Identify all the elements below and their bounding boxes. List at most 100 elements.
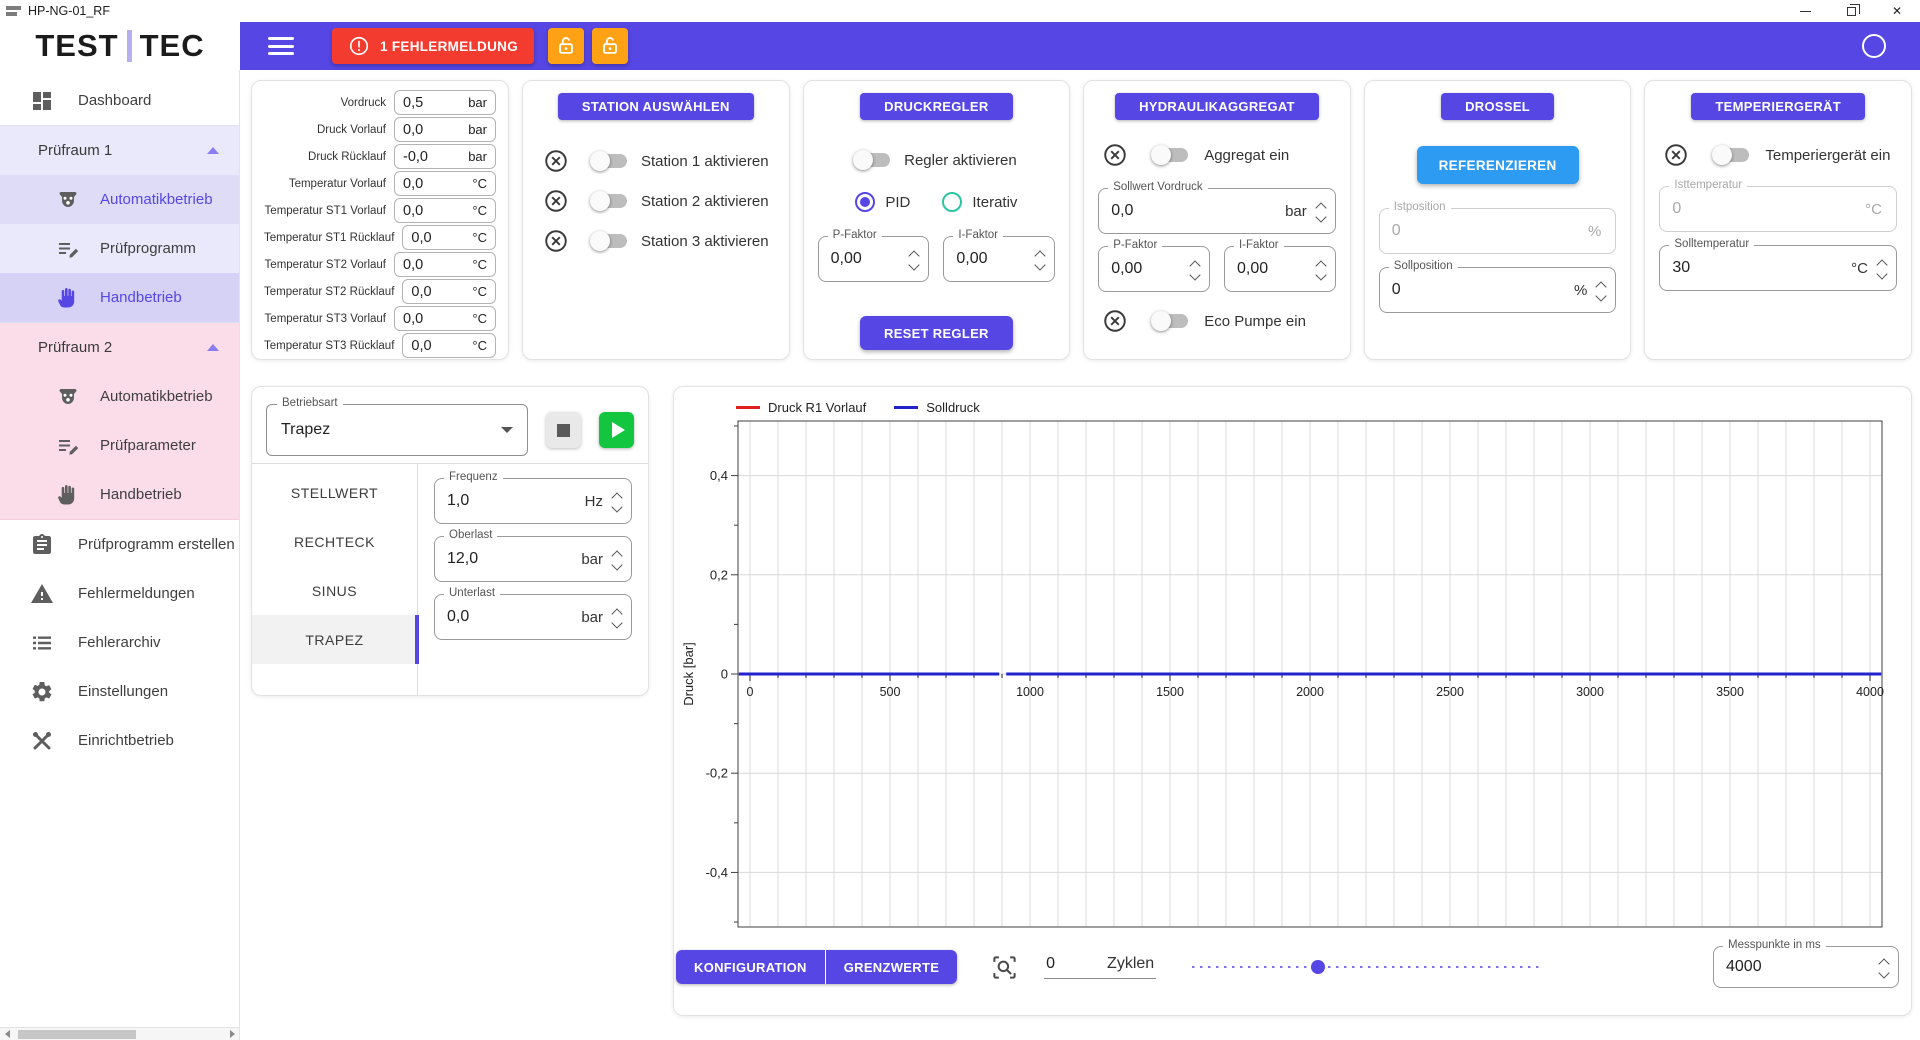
sensor-value-box[interactable]: 0,0°C [394,306,496,331]
sensor-value-box[interactable]: 0,5bar [394,90,496,115]
tab-trapez[interactable]: TRAPEZ [252,615,417,664]
sidebar-item-pr-fprogramm-erstellen[interactable]: Prüfprogramm erstellen [0,520,239,569]
tab-rechteck[interactable]: RECHTECK [252,517,417,566]
lock-open-icon [599,35,621,57]
i-faktor-field[interactable]: I-Faktor0,00 [1224,246,1336,292]
sensor-value-box[interactable]: 0,0bar [394,117,496,142]
sidebar: DashboardPrüfraum 1AutomatikbetriebPrüfp… [0,70,240,1040]
toggle-station-1-aktivieren[interactable] [593,151,627,171]
sollposition-field[interactable]: Sollposition0% [1379,267,1617,313]
spinner-arrows[interactable] [613,607,621,627]
temperier-panel-title[interactable]: TEMPERIERGERÄT [1691,93,1865,120]
sensor-value-box[interactable]: 0,0°C [402,279,496,304]
spinner-arrows[interactable] [1317,259,1325,279]
sidebar-item-einrichtbetrieb[interactable]: Einrichtbetrieb [0,716,239,765]
sidebar-item-automatikbetrieb[interactable]: Automatikbetrieb [0,372,239,421]
menu-icon[interactable] [268,37,294,55]
history-slider[interactable] [1192,957,1542,977]
sidebar-item-label: Fehlermeldungen [78,585,195,602]
radio-pid[interactable] [855,192,875,212]
sensor-row-temperatur-st1-vorlauf: Temperatur ST1 Vorlauf0,0°C [264,198,496,223]
sidebar-item-pr-fparameter[interactable]: Prüfparameter [0,421,239,470]
stop-button[interactable] [546,412,581,448]
chevron-up-icon[interactable] [207,344,219,351]
sidebar-item-handbetrieb[interactable]: Handbetrieb [0,273,239,322]
sidebar-item-label: Einrichtbetrieb [78,732,174,749]
regler-toggle[interactable] [856,150,890,170]
unterlast-field[interactable]: Unterlast0,0bar [434,594,632,640]
tab-sinus[interactable]: SINUS [252,566,417,615]
close-button[interactable]: ✕ [1874,0,1920,22]
radio-pid-label: PID [885,194,910,211]
oberlast-field[interactable]: Oberlast12,0bar [434,536,632,582]
sensor-value-box[interactable]: 0,0°C [394,198,496,223]
solltemperatur-field[interactable]: Solltemperatur30°C [1659,245,1897,291]
zyklen-display: 0 Zyklen [1044,955,1156,979]
sensor-row-druck-vorlauf: Druck Vorlauf0,0bar [264,117,496,142]
sensor-value-box[interactable]: 0,0°C [402,333,496,358]
spinner-arrows[interactable] [613,491,621,511]
scroll-right-icon[interactable] [225,1030,239,1038]
p-faktor-field[interactable]: P-Faktor0,00 [1098,246,1210,292]
druckregler-panel-title[interactable]: DRUCKREGLER [860,93,1012,120]
sidebar-section-header-pr-fraum-1[interactable]: Prüfraum 1 [0,126,239,175]
sidebar-item-fehlerarchiv[interactable]: Fehlerarchiv [0,618,239,667]
sidebar-item-einstellungen[interactable]: Einstellungen [0,667,239,716]
error-message-button[interactable]: 1 FEHLERMELDUNG [332,28,534,64]
spinner-arrows[interactable] [1036,249,1044,269]
aggregat-toggle[interactable] [1154,145,1188,165]
station-panel-title[interactable]: STATION AUSWÄHLEN [558,93,754,120]
spinner-arrows[interactable] [1597,280,1605,300]
lock-open-button-1[interactable] [548,28,584,64]
reset-regler-button[interactable]: RESET REGLER [860,316,1013,350]
i-faktor-field[interactable]: I-Faktor0,00 [943,236,1055,282]
eco-pumpe-toggle[interactable] [1154,311,1188,331]
sidebar-item-pr-fprogramm[interactable]: Prüfprogramm [0,224,239,273]
tab-stellwert[interactable]: STELLWERT [252,468,417,517]
spinner-arrows[interactable] [910,249,918,269]
play-button[interactable] [599,412,634,448]
grenzwerte-button[interactable]: GRENZWERTE [826,950,957,984]
p-faktor-field[interactable]: P-Faktor0,00 [818,236,930,282]
sidebar-item-fehlermeldungen[interactable]: Fehlermeldungen [0,569,239,618]
spinner-arrows[interactable] [1317,201,1325,221]
zoom-selection-icon[interactable] [991,954,1018,981]
sidebar-section-header-pr-fraum-2[interactable]: Prüfraum 2 [0,323,239,372]
sidebar-item-dashboard[interactable]: Dashboard [0,76,239,125]
slider-thumb[interactable] [1311,960,1325,974]
konfiguration-button[interactable]: KONFIGURATION [676,950,825,984]
restore-button[interactable] [1828,0,1874,22]
scroll-left-icon[interactable] [0,1030,14,1038]
hydraulik-panel-title[interactable]: HYDRAULIKAGGREGAT [1115,93,1319,120]
horizontal-scrollbar[interactable] [0,1027,239,1040]
betriebsart-dropdown[interactable]: Betriebsart Trapez [266,404,528,456]
lock-open-button-2[interactable] [592,28,628,64]
svg-text:1500: 1500 [1156,685,1184,699]
close-icon: ✕ [1892,5,1902,17]
sensor-value-box[interactable]: 0,0°C [394,252,496,277]
sensor-value-box[interactable]: -0,0bar [394,144,496,169]
toggle-station-3-aktivieren[interactable] [593,231,627,251]
spinner-arrows[interactable] [1880,957,1888,977]
sensor-value-box[interactable]: 0,0°C [402,225,496,250]
drossel-panel-title[interactable]: DROSSEL [1441,93,1554,120]
spinner-arrows[interactable] [1878,258,1886,278]
sidebar-item-automatikbetrieb[interactable]: Automatikbetrieb [0,175,239,224]
radio-iterativ[interactable] [942,192,962,212]
temperiergeraet-toggle[interactable] [1715,145,1749,165]
sidebar-item-handbetrieb[interactable]: Handbetrieb [0,470,239,519]
messpunkte-field[interactable]: Messpunkte in ms4000 [1713,946,1899,988]
frequenz-field[interactable]: Frequenz1,0Hz [434,478,632,524]
spinner-arrows[interactable] [1191,259,1199,279]
sensor-value-box[interactable]: 0,0°C [394,171,496,196]
referenzieren-button[interactable]: REFERENZIEREN [1417,146,1579,184]
logo-divider [127,30,132,62]
slider-track[interactable] [1192,966,1542,968]
toggle-station-2-aktivieren[interactable] [593,191,627,211]
spinner-arrows[interactable] [613,549,621,569]
chevron-up-icon[interactable] [207,147,219,154]
sollwert-vordruck-field[interactable]: Sollwert Vordruck0,0bar [1098,188,1336,234]
scrollbar-thumb[interactable] [18,1030,136,1039]
sensor-row-druck-r-cklauf: Druck Rücklauf-0,0bar [264,144,496,169]
minimize-button[interactable] [1782,0,1828,22]
